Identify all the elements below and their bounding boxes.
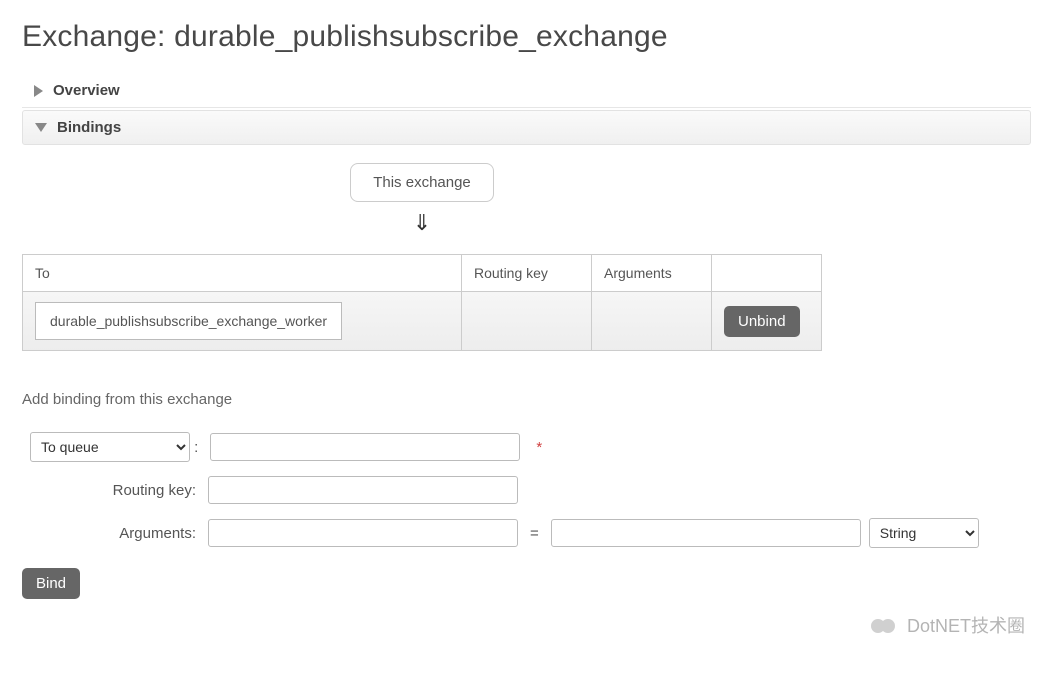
bindings-table: To Routing key Arguments durable_publish… [22, 254, 822, 351]
section-bindings-label: Bindings [57, 119, 121, 136]
arrow-down-icon: ⇓ [22, 202, 822, 254]
add-binding-title: Add binding from this exchange [22, 391, 1031, 408]
chevron-down-icon [35, 123, 47, 132]
routing-key-label: Routing key: [22, 482, 200, 499]
destination-name-input[interactable] [210, 433, 520, 461]
chevron-right-icon [34, 85, 43, 97]
unbind-button[interactable]: Unbind [724, 306, 800, 337]
form-row-routing-key: Routing key: [22, 476, 1031, 504]
form-row-arguments: Arguments: = String [22, 518, 1031, 548]
section-bindings-header[interactable]: Bindings [22, 110, 1031, 145]
section-overview-label: Overview [53, 82, 120, 99]
exchange-name: durable_publishsubscribe_exchange [174, 20, 668, 53]
arguments-label: Arguments: [22, 525, 200, 542]
this-exchange-box: This exchange [350, 163, 494, 202]
binding-destination-link[interactable]: durable_publishsubscribe_exchange_worker [35, 302, 342, 340]
this-exchange-label: This exchange [373, 174, 471, 191]
colon: : [194, 439, 198, 456]
routing-key-input[interactable] [208, 476, 518, 504]
section-bindings-body: This exchange ⇓ To Routing key Arguments… [22, 147, 1031, 619]
bind-button[interactable]: Bind [22, 568, 80, 599]
equals-sign: = [530, 525, 539, 542]
col-action [712, 255, 822, 292]
argument-key-input[interactable] [208, 519, 518, 547]
binding-arguments [592, 292, 712, 351]
argument-type-select[interactable]: String [869, 518, 979, 548]
page-title: Exchange: durable_publishsubscribe_excha… [22, 20, 1031, 54]
col-arguments: Arguments [592, 255, 712, 292]
col-routing-key: Routing key [462, 255, 592, 292]
section-overview-header[interactable]: Overview [22, 74, 1031, 108]
argument-value-input[interactable] [551, 519, 861, 547]
form-row-destination: To queue : * [22, 432, 1031, 462]
destination-type-select[interactable]: To queue [30, 432, 190, 462]
page-title-prefix: Exchange: [22, 20, 174, 53]
table-row: durable_publishsubscribe_exchange_worker… [23, 292, 822, 351]
required-asterisk: * [536, 439, 542, 456]
binding-routing-key [462, 292, 592, 351]
col-to: To [23, 255, 462, 292]
